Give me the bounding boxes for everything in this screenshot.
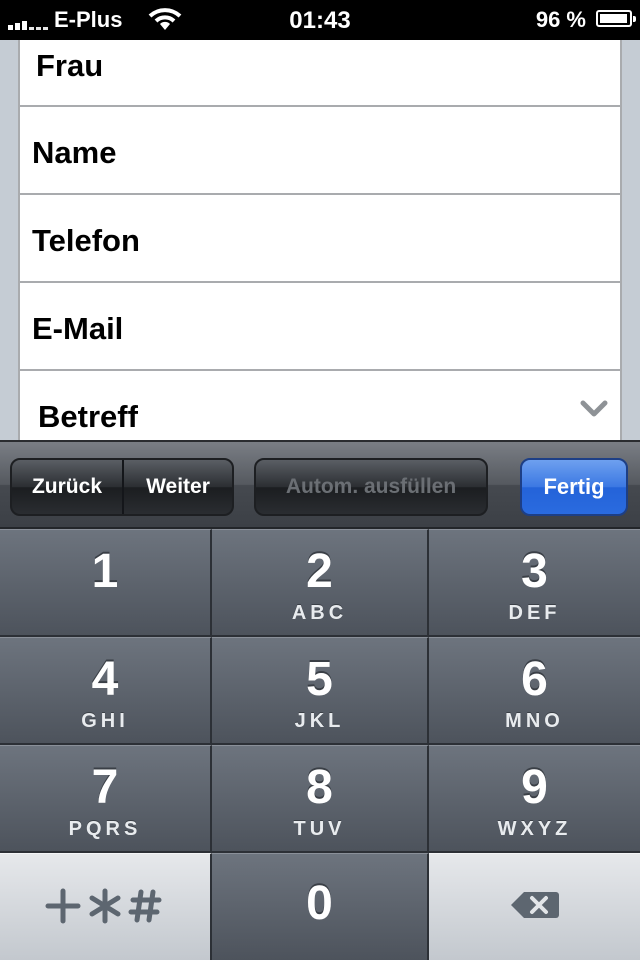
subject-label: Betreff bbox=[38, 399, 138, 434]
key-2[interactable]: 2 ABC bbox=[212, 529, 429, 637]
phone-field[interactable]: Telefon bbox=[20, 195, 620, 283]
key-4[interactable]: 4 GHI bbox=[0, 637, 212, 745]
key-4-letters: GHI bbox=[81, 710, 129, 732]
key-2-letters: ABC bbox=[291, 602, 348, 624]
key-7-letters: PQRS bbox=[68, 818, 142, 840]
key-6[interactable]: 6 MNO bbox=[429, 637, 640, 745]
next-button[interactable]: Weiter bbox=[124, 460, 232, 514]
numeric-keypad: 1 2 ABC 3 DEF 4 GHI 5 JKL 6 MNO 7 PQRS 8… bbox=[0, 529, 640, 960]
key-9[interactable]: 9 WXYZ bbox=[429, 745, 640, 853]
email-field[interactable]: E-Mail bbox=[20, 283, 620, 371]
battery-percentage: 96 % bbox=[535, 7, 586, 32]
keyboard-toolbar: Zurück Weiter Autom. ausfüllen Fertig bbox=[0, 440, 640, 529]
key-8[interactable]: 8 TUV bbox=[212, 745, 429, 853]
key-3-digit: 3 bbox=[521, 545, 548, 598]
key-3-letters: DEF bbox=[508, 602, 561, 624]
salutation-field[interactable]: Frau bbox=[20, 40, 620, 107]
key-0-digit: 0 bbox=[306, 877, 333, 930]
key-5-letters: JKL bbox=[294, 710, 345, 732]
key-1-digit: 1 bbox=[91, 545, 119, 598]
done-button[interactable]: Fertig bbox=[520, 458, 628, 516]
status-bar: E-Plus 01:43 96 % bbox=[0, 0, 640, 40]
previous-button[interactable]: Zurück bbox=[12, 460, 124, 514]
salutation-label: Frau bbox=[36, 48, 104, 83]
key-9-digit: 9 bbox=[521, 761, 548, 814]
plus-star-hash-icon bbox=[0, 886, 210, 926]
key-7[interactable]: 7 PQRS bbox=[0, 745, 212, 853]
subject-field[interactable]: Betreff bbox=[20, 371, 620, 440]
battery-icon bbox=[596, 10, 636, 27]
email-label: E-Mail bbox=[32, 311, 124, 346]
key-0[interactable]: 0 bbox=[212, 853, 429, 960]
backspace-icon bbox=[429, 890, 640, 920]
key-3[interactable]: 3 DEF bbox=[429, 529, 640, 637]
key-8-digit: 8 bbox=[306, 761, 333, 814]
autofill-button[interactable]: Autom. ausfüllen bbox=[254, 458, 488, 516]
key-7-digit: 7 bbox=[91, 761, 119, 814]
key-9-letters: WXYZ bbox=[497, 818, 572, 840]
key-1[interactable]: 1 bbox=[0, 529, 212, 637]
key-2-digit: 2 bbox=[306, 545, 333, 598]
prev-next-control: Zurück Weiter bbox=[10, 458, 234, 516]
name-label: Name bbox=[32, 135, 117, 170]
key-5[interactable]: 5 JKL bbox=[212, 637, 429, 745]
phone-label: Telefon bbox=[32, 223, 140, 258]
key-4-digit: 4 bbox=[91, 653, 119, 706]
contact-form: Frau Name Telefon E-Mail Betreff bbox=[18, 40, 622, 440]
delete-key[interactable] bbox=[429, 853, 640, 960]
key-6-letters: MNO bbox=[505, 710, 564, 732]
symbols-key[interactable] bbox=[0, 853, 212, 960]
key-5-digit: 5 bbox=[306, 653, 333, 706]
key-8-letters: TUV bbox=[293, 818, 346, 840]
name-field[interactable]: Name bbox=[20, 107, 620, 195]
chevron-down-icon[interactable] bbox=[580, 399, 608, 424]
key-6-digit: 6 bbox=[521, 653, 548, 706]
